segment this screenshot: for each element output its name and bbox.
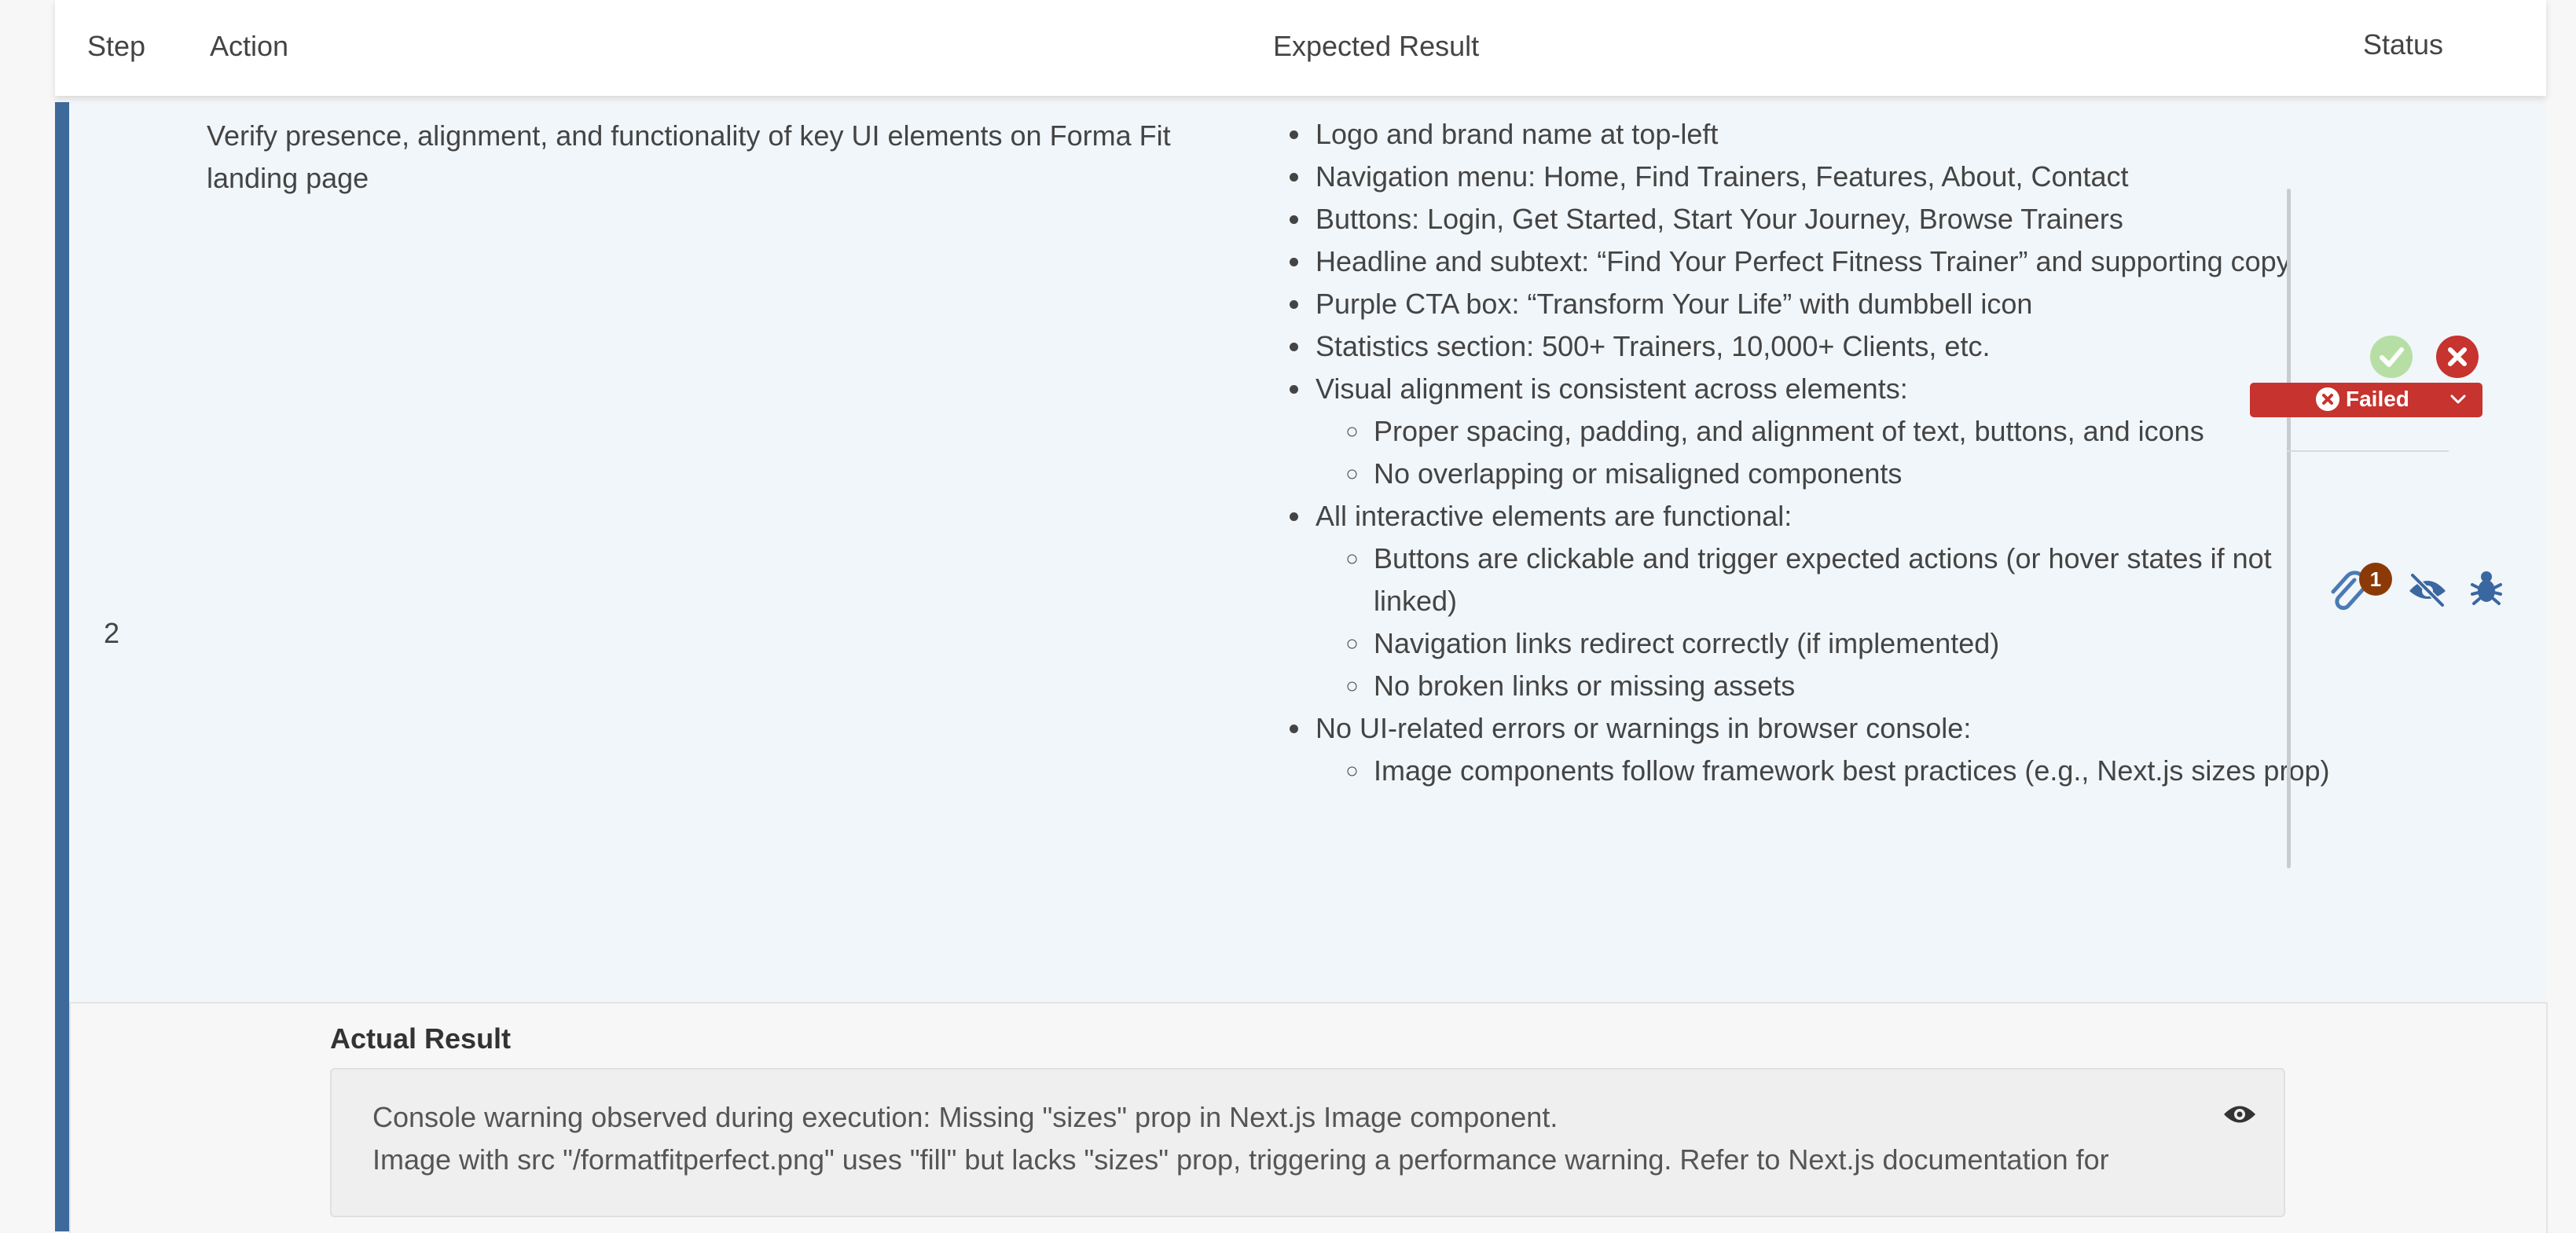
- close-icon: [2448, 347, 2467, 366]
- actual-result-line-1: Console warning observed during executio…: [372, 1101, 1558, 1133]
- list-item: Purple CTA box: “Transform Your Life” wi…: [1312, 283, 2334, 325]
- sub-list-item: No overlapping or misaligned components: [1371, 453, 2334, 495]
- bug-icon: [2471, 571, 2502, 605]
- check-icon: [2380, 347, 2404, 367]
- row-selection-bar: [55, 102, 69, 1231]
- expected-result-items: Logo and brand name at top-left Navigati…: [1281, 113, 2334, 792]
- list-item: Navigation menu: Home, Find Trainers, Fe…: [1312, 156, 2334, 198]
- status-dropdown[interactable]: Failed: [2250, 383, 2482, 417]
- chevron-down-icon: [2450, 394, 2466, 404]
- column-header-status: Status: [2363, 28, 2444, 61]
- expected-result-list: Logo and brand name at top-left Navigati…: [1281, 113, 2334, 792]
- step-number: 2: [104, 617, 120, 649]
- list-item: Headline and subtext: “Find Your Perfect…: [1312, 240, 2334, 283]
- list-item-label: No UI-related errors or warnings in brow…: [1316, 712, 1972, 744]
- list-item-label: All interactive elements are functional:: [1316, 500, 1793, 532]
- sub-list-item: No broken links or missing assets: [1371, 665, 2334, 707]
- list-item: Logo and brand name at top-left: [1312, 113, 2334, 156]
- list-item-label: Visual alignment is consistent across el…: [1316, 372, 1908, 405]
- mark-passed-button[interactable]: [2370, 336, 2413, 378]
- visibility-toggle-button[interactable]: [2406, 569, 2449, 612]
- failed-circle-icon: [2316, 387, 2339, 411]
- list-item: Buttons: Login, Get Started, Start Your …: [1312, 198, 2334, 240]
- step-action-text: Verify presence, alignment, and function…: [207, 119, 1171, 194]
- actual-result-line-2: Image with src "/formatfitperfect.png" u…: [372, 1143, 2109, 1176]
- list-item: Statistics section: 500+ Trainers, 10,00…: [1312, 325, 2334, 368]
- list-item-group: Visual alignment is consistent across el…: [1312, 368, 2334, 495]
- sub-list: Buttons are clickable and trigger expect…: [1316, 538, 2334, 707]
- sub-list-item: Navigation links redirect correctly (if …: [1371, 622, 2334, 665]
- list-item-group: All interactive elements are functional:…: [1312, 495, 2334, 707]
- status-quick-actions: [2314, 336, 2519, 383]
- sub-list: Proper spacing, padding, and alignment o…: [1316, 410, 2334, 495]
- status-divider: [2287, 450, 2449, 452]
- eye-slash-icon: [2409, 572, 2446, 608]
- mark-failed-button[interactable]: [2436, 336, 2479, 378]
- actual-result-panel: Actual Result Console warning observed d…: [69, 1002, 2548, 1233]
- table-header: Step Action Expected Result Status: [55, 0, 2546, 96]
- status-label: Failed: [2346, 387, 2409, 411]
- attachment-count-badge: 1: [2359, 563, 2392, 596]
- actual-result-title: Actual Result: [330, 1022, 512, 1055]
- column-header-expected-result: Expected Result: [1273, 30, 1480, 62]
- step-tools: 1: [2326, 563, 2515, 619]
- sub-list: Image components follow framework best p…: [1316, 750, 2334, 792]
- list-item-group: No UI-related errors or warnings in brow…: [1312, 707, 2334, 792]
- sub-list-item: Buttons are clickable and trigger expect…: [1371, 538, 2334, 622]
- expected-result-scrollbar[interactable]: [2287, 189, 2291, 868]
- sub-list-item: Proper spacing, padding, and alignment o…: [1371, 410, 2334, 453]
- eye-icon[interactable]: [2222, 1101, 2257, 1128]
- actual-result-textbox[interactable]: Console warning observed during executio…: [330, 1068, 2285, 1217]
- sub-list-item: Image components follow framework best p…: [1371, 750, 2334, 792]
- column-header-step: Step: [87, 30, 146, 62]
- column-header-action: Action: [210, 30, 289, 62]
- report-bug-button[interactable]: [2469, 567, 2504, 611]
